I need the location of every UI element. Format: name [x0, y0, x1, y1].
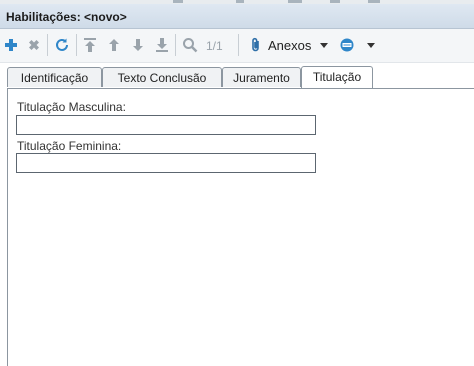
record-counter: 1/1 — [206, 39, 223, 53]
tab-titulacao[interactable]: Titulação — [301, 66, 373, 88]
tab-label: Texto Conclusão — [117, 71, 207, 85]
tab-texto-conclusao[interactable]: Texto Conclusão — [102, 67, 222, 87]
titulacao-masculina-field[interactable] — [16, 115, 316, 135]
anexos-label: Anexos — [268, 37, 312, 53]
move-first-icon — [84, 38, 96, 52]
options-icon — [340, 38, 354, 52]
tab-identificacao[interactable]: Identificação — [7, 67, 102, 87]
chevron-down-icon — [367, 42, 375, 48]
tab-label: Identificação — [20, 71, 89, 85]
refresh-icon — [56, 38, 68, 51]
options-dropdown[interactable] — [336, 35, 378, 55]
delete-icon — [29, 40, 39, 50]
move-down-button[interactable] — [130, 35, 146, 55]
move-up-button[interactable] — [106, 35, 122, 55]
search-button[interactable] — [181, 35, 199, 55]
toolbar-separator — [76, 34, 77, 56]
titulacao-feminina-label: Titulação Feminina: — [17, 139, 122, 153]
toolbar-separator — [175, 34, 176, 56]
toolbar-separator — [238, 34, 239, 56]
window-title: Habilitações: <novo> — [6, 10, 127, 24]
tab-label: Titulação — [312, 70, 362, 84]
titulacao-masculina-label: Titulação Masculina: — [17, 100, 126, 114]
tab-label: Juramento — [233, 71, 290, 85]
move-first-button[interactable] — [82, 35, 98, 55]
title-bar: Habilitações: <novo> — [0, 4, 474, 29]
move-last-icon — [156, 38, 168, 52]
add-button[interactable] — [3, 35, 19, 55]
refresh-button[interactable] — [53, 35, 71, 55]
toolbar-separator — [47, 34, 48, 56]
add-icon — [5, 39, 17, 51]
tab-juramento[interactable]: Juramento — [222, 67, 301, 87]
titulacao-feminina-field[interactable] — [16, 153, 316, 173]
move-down-icon — [133, 39, 143, 51]
chevron-down-icon — [320, 42, 329, 48]
paperclip-icon — [252, 37, 259, 52]
delete-button[interactable] — [26, 35, 42, 55]
toolbar: 1/1 Anexos — [0, 29, 474, 63]
move-last-button[interactable] — [154, 35, 170, 55]
anexos-dropdown[interactable]: Anexos — [250, 35, 329, 55]
move-up-icon — [109, 39, 119, 51]
search-icon — [183, 38, 198, 53]
